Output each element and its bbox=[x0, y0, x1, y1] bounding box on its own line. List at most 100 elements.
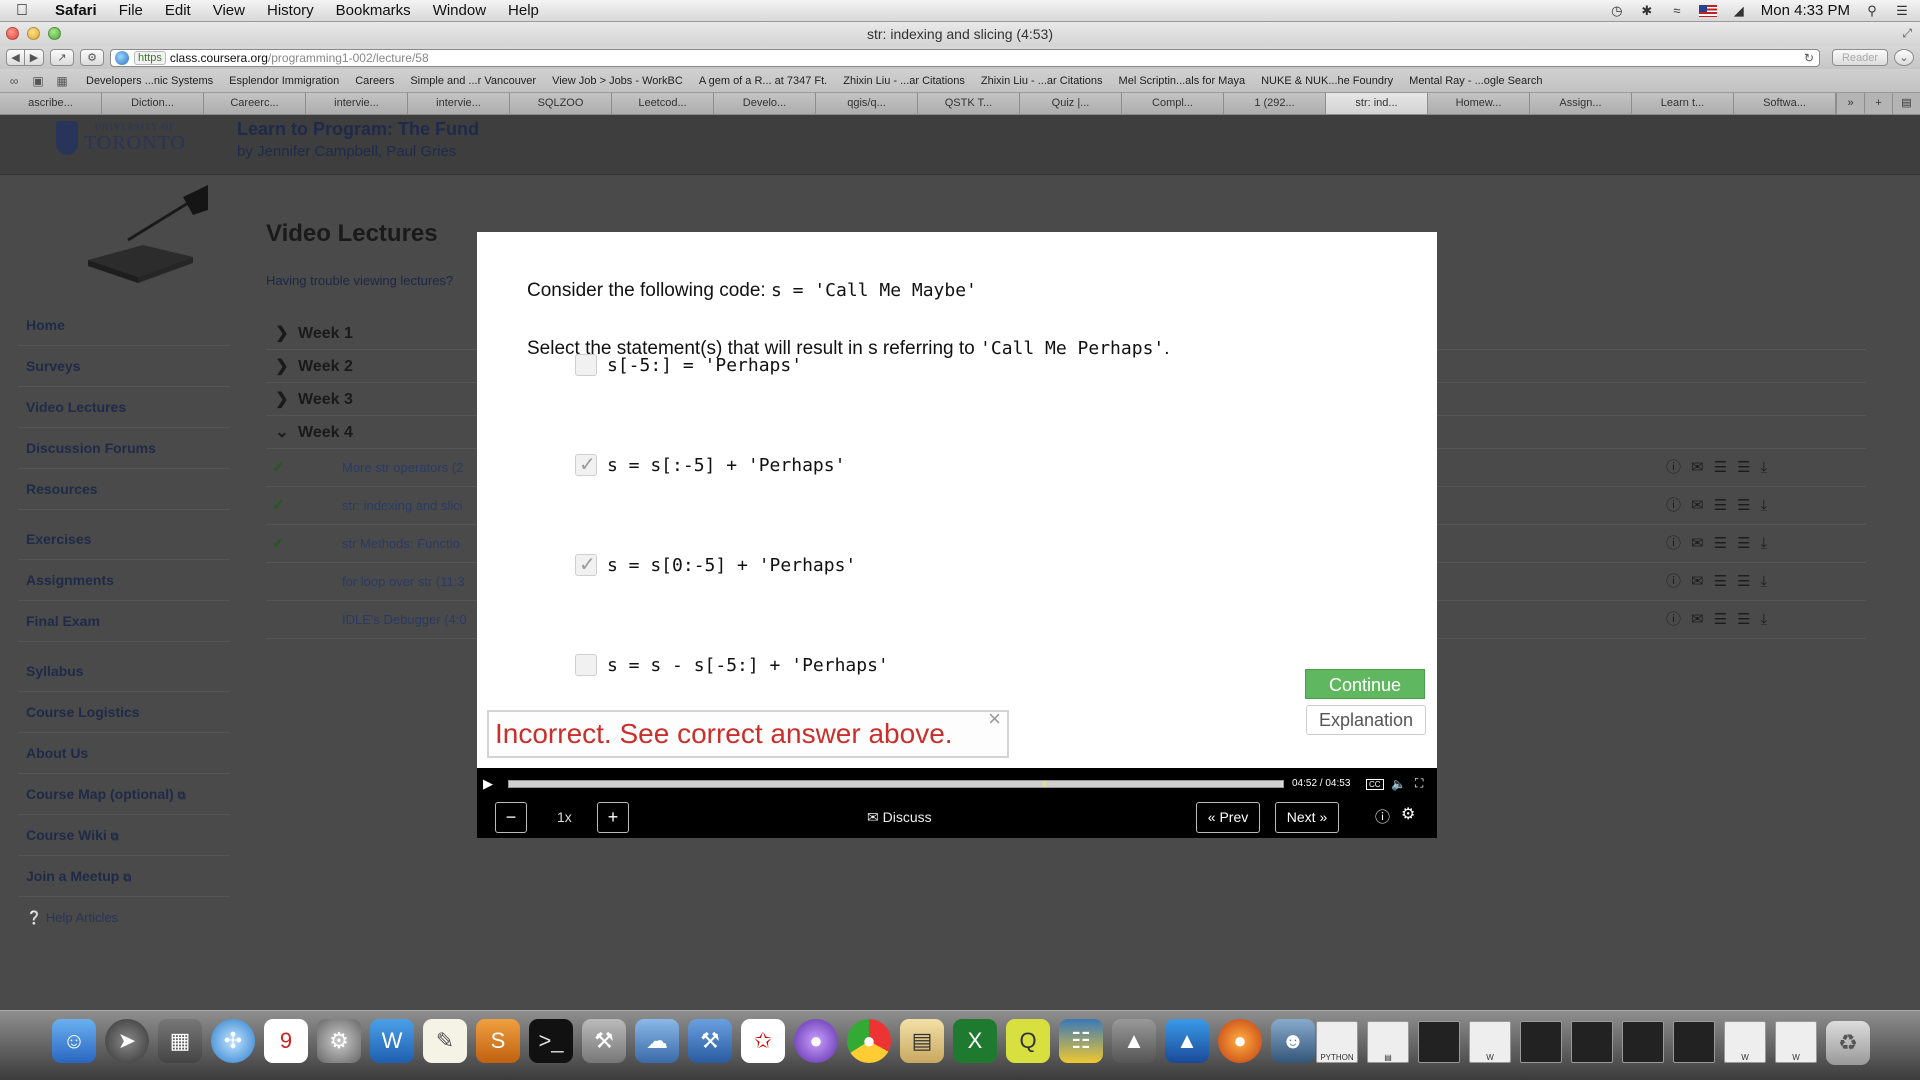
bookmark-item[interactable]: Simple and ...r Vancouver bbox=[402, 75, 544, 87]
sidebar-item-exercises[interactable]: Exercises bbox=[18, 519, 230, 560]
menubar-clock[interactable]: Mon 4:33 PM bbox=[1761, 2, 1850, 19]
sidebar-item-about-us[interactable]: About Us bbox=[18, 733, 230, 774]
discuss-link[interactable]: ✉ Discuss bbox=[867, 809, 932, 826]
info-icon[interactable]: ⓘ bbox=[1666, 449, 1681, 487]
new-tab-plus-icon[interactable]: + bbox=[1864, 93, 1892, 114]
info-icon[interactable]: ⓘ bbox=[1666, 563, 1681, 601]
excel-icon[interactable]: X bbox=[953, 1019, 997, 1063]
bluetooth-icon[interactable]: ✱ bbox=[1639, 3, 1655, 18]
slides-icon[interactable]: ☰ bbox=[1714, 525, 1727, 563]
comments-icon[interactable]: ✉ bbox=[1691, 601, 1704, 639]
share-button[interactable]: ↗ bbox=[50, 49, 74, 66]
bookmark-item[interactable]: NUKE & NUK...he Foundry bbox=[1253, 75, 1401, 87]
browser-tab[interactable]: QSTK T... bbox=[918, 93, 1020, 114]
menu-app-safari[interactable]: Safari bbox=[44, 2, 108, 19]
speed-increase-button[interactable]: + bbox=[597, 802, 629, 833]
preview-icon[interactable]: ☁ bbox=[635, 1019, 679, 1063]
close-icon[interactable]: × bbox=[988, 706, 1001, 732]
bookmark-item[interactable]: Zhixin Liu - ...ar Citations bbox=[835, 75, 973, 87]
browser-tab[interactable]: Develo... bbox=[714, 93, 816, 114]
word-doc-icon[interactable]: W bbox=[1724, 1021, 1766, 1063]
forward-button[interactable]: ▶ bbox=[25, 49, 44, 66]
mission-control-icon[interactable]: ▦ bbox=[158, 1019, 202, 1063]
downloads-button[interactable]: ⌄ bbox=[1894, 49, 1914, 66]
address-bar[interactable]: https class.coursera.org /programming1-0… bbox=[110, 48, 1820, 67]
word-doc-icon[interactable]: W bbox=[1775, 1021, 1817, 1063]
transcript-icon[interactable]: ☰ bbox=[1737, 449, 1750, 487]
window-minimize-button[interactable] bbox=[27, 27, 40, 40]
spotlight-search-icon[interactable]: ⚲ bbox=[1864, 3, 1880, 18]
continue-button[interactable]: Continue bbox=[1305, 669, 1425, 699]
download-icon[interactable]: ⤓ bbox=[1761, 525, 1768, 563]
info-icon[interactable]: ⓘ bbox=[1375, 806, 1390, 827]
minimized-window-icon[interactable] bbox=[1571, 1021, 1613, 1063]
speed-decrease-button[interactable]: − bbox=[495, 802, 527, 833]
sidebar-item-resources[interactable]: Resources bbox=[18, 469, 230, 510]
quiz-option[interactable]: s = s[:-5] + 'Perhaps' bbox=[575, 452, 845, 477]
tab-overview-icon[interactable]: ▤ bbox=[1892, 93, 1920, 114]
window-close-button[interactable] bbox=[6, 27, 19, 40]
notification-center-icon[interactable]: ☰ bbox=[1894, 3, 1910, 18]
bookmark-item[interactable]: Careers bbox=[347, 75, 402, 87]
browser-tab[interactable]: qgis/q... bbox=[816, 93, 918, 114]
option-checkbox-checked[interactable] bbox=[575, 552, 597, 577]
quiz-marker[interactable] bbox=[1043, 781, 1046, 787]
download-icon[interactable]: ⤓ bbox=[1761, 449, 1768, 487]
xcode-icon[interactable]: ⚒ bbox=[688, 1019, 732, 1063]
browser-tab[interactable]: Quiz |... bbox=[1020, 93, 1122, 114]
browser-tab[interactable]: Leetcod... bbox=[612, 93, 714, 114]
bookmarks-book-icon[interactable]: ▣ bbox=[30, 74, 46, 88]
sidebar-item-final-exam[interactable]: Final Exam bbox=[18, 601, 230, 642]
browser-tab[interactable]: ascribe... bbox=[0, 93, 102, 114]
eclipse-icon[interactable]: ● bbox=[794, 1019, 838, 1063]
volume-icon[interactable]: ◢ bbox=[1731, 3, 1747, 18]
comments-icon[interactable]: ✉ bbox=[1691, 563, 1704, 601]
browser-tab[interactable]: Diction... bbox=[102, 93, 204, 114]
safari-icon[interactable]: ✣ bbox=[211, 1019, 255, 1063]
menu-edit[interactable]: Edit bbox=[154, 2, 202, 19]
browser-tab[interactable]: Softwa... bbox=[1734, 93, 1836, 114]
comments-icon[interactable]: ✉ bbox=[1691, 449, 1704, 487]
menu-help[interactable]: Help bbox=[497, 2, 550, 19]
course-title[interactable]: Learn to Program: The Fund bbox=[237, 119, 479, 140]
browser-tab[interactable]: SQLZOO bbox=[510, 93, 612, 114]
sidebar-item-surveys[interactable]: Surveys bbox=[18, 346, 230, 387]
sidebar-item-syllabus[interactable]: Syllabus bbox=[18, 651, 230, 692]
time-machine-icon[interactable]: ◷ bbox=[1609, 3, 1625, 18]
comments-icon[interactable]: ✉ bbox=[1691, 487, 1704, 525]
browser-tab-active[interactable]: str: ind... bbox=[1326, 93, 1428, 114]
menu-history[interactable]: History bbox=[256, 2, 325, 19]
document-icon[interactable]: ▤ bbox=[1367, 1021, 1409, 1063]
browser-tab[interactable]: Learn t... bbox=[1632, 93, 1734, 114]
lecture-title-link[interactable]: str Methods: Functio bbox=[342, 525, 460, 563]
firefox-icon[interactable]: ● bbox=[1218, 1019, 1262, 1063]
fullscreen-icon[interactable]: ⛶ bbox=[1415, 776, 1423, 791]
utilities-icon[interactable]: ⚒ bbox=[582, 1019, 626, 1063]
help-articles-link[interactable]: ❔ Help Articles bbox=[18, 897, 230, 938]
transcript-icon[interactable]: ☰ bbox=[1737, 487, 1750, 525]
system-preferences-icon[interactable]: ⚙ bbox=[317, 1019, 361, 1063]
qgis-icon[interactable]: Q bbox=[1006, 1019, 1050, 1063]
slides-icon[interactable]: ☰ bbox=[1714, 449, 1727, 487]
lecture-title-link[interactable]: More str operators (2 bbox=[342, 449, 463, 487]
slides-icon[interactable]: ☰ bbox=[1714, 563, 1727, 601]
menu-view[interactable]: View bbox=[202, 2, 256, 19]
reading-list-icon[interactable]: ∞ bbox=[6, 74, 22, 88]
minimized-window-icon[interactable] bbox=[1673, 1021, 1715, 1063]
browser-tab[interactable]: intervie... bbox=[408, 93, 510, 114]
closed-captions-icon[interactable]: CC bbox=[1366, 779, 1384, 790]
sidebar-item-discussion-forums[interactable]: Discussion Forums bbox=[18, 428, 230, 469]
terminal-icon[interactable]: >_ bbox=[529, 1019, 573, 1063]
input-source-flag-icon[interactable] bbox=[1698, 4, 1717, 17]
apple-icon[interactable]:  bbox=[0, 2, 44, 20]
back-button[interactable]: ◀ bbox=[6, 49, 25, 66]
browser-tab[interactable]: Compl... bbox=[1122, 93, 1224, 114]
option-checkbox-checked[interactable] bbox=[575, 452, 597, 477]
wireshark-icon[interactable]: ▲ bbox=[1165, 1019, 1209, 1063]
word-doc-icon[interactable]: W bbox=[1469, 1021, 1511, 1063]
python-doc-icon[interactable]: PYTHON bbox=[1316, 1021, 1358, 1063]
play-icon[interactable]: ▶ bbox=[483, 776, 493, 792]
sidebar-item-course-map[interactable]: Course Map (optional) ⧉ bbox=[18, 774, 230, 815]
wifi-icon[interactable]: ≈ bbox=[1669, 3, 1685, 18]
calendar-icon[interactable]: 9 bbox=[264, 1019, 308, 1063]
